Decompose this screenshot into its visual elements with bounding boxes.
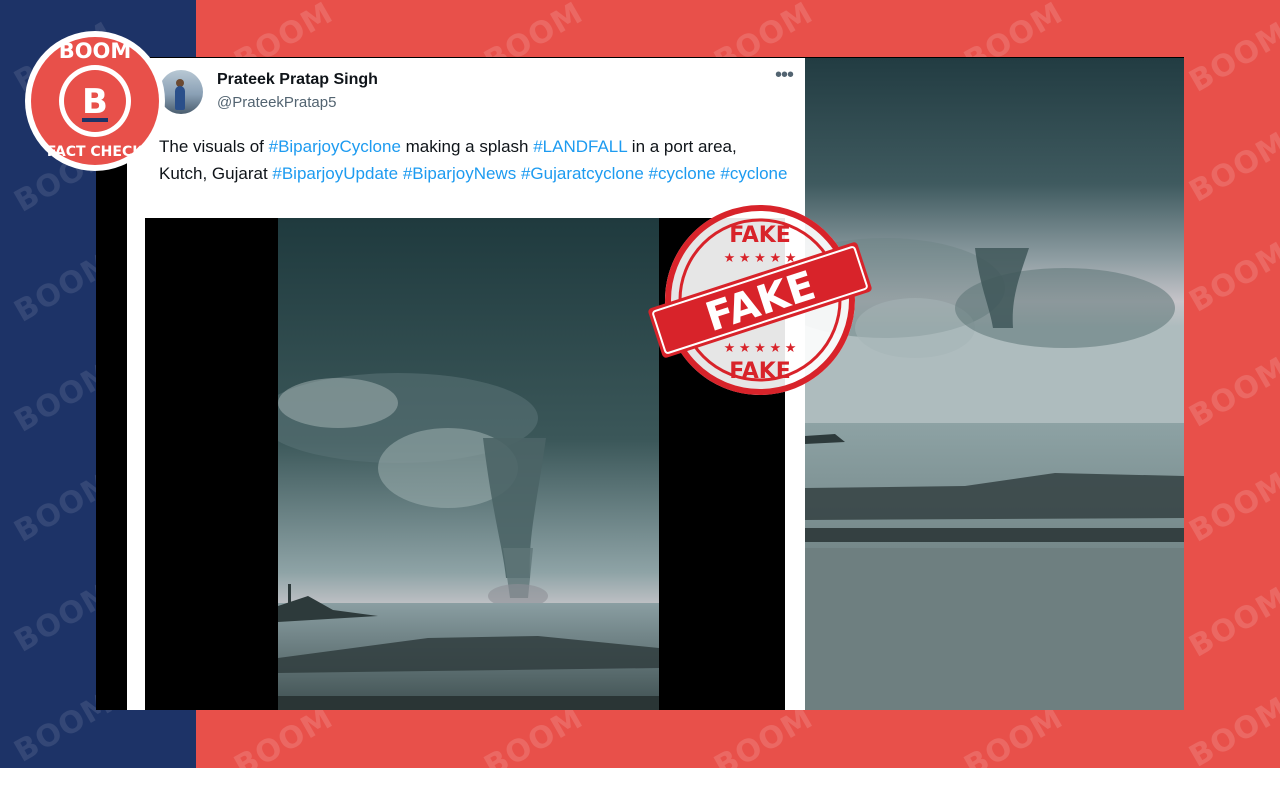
hashtag-link[interactable]: #BiparjoyCyclone xyxy=(269,137,401,156)
stamp-bottom-text: FAKE xyxy=(729,359,791,384)
hashtag-link[interactable]: #LANDFALL xyxy=(533,137,627,156)
hashtag-link[interactable]: #cyclone xyxy=(649,164,716,183)
author-name[interactable]: Prateek Pratap Singh xyxy=(217,71,378,89)
badge-top-text: BOOM xyxy=(59,39,132,63)
star-icon: ★ ★ ★ ★ ★ xyxy=(724,340,797,355)
hashtag-link[interactable]: #BiparjoyUpdate xyxy=(272,164,398,183)
tweet-text-segment: The visuals of xyxy=(159,137,269,156)
ellipsis-icon[interactable]: ••• xyxy=(773,65,795,90)
hashtag-link[interactable]: #BiparjoyNews xyxy=(403,164,516,183)
avatar-figure xyxy=(175,86,185,110)
boom-fact-check-logo: BOOM B FACT CHECK xyxy=(25,31,165,171)
badge-bottom-text: FACT CHECK xyxy=(47,144,144,160)
badge-letter: B xyxy=(82,82,108,122)
stamp-top-text: FAKE xyxy=(729,223,791,248)
hashtag-link[interactable]: #Gujaratcyclone xyxy=(521,164,644,183)
star-icon: ★ ★ ★ ★ ★ xyxy=(724,250,797,265)
fake-stamp: FAKE FAKE ★ ★ ★ ★ ★ ★ ★ ★ ★ ★ FAKE xyxy=(648,205,872,395)
tornado-video-frame xyxy=(278,218,659,710)
tweet-text: The visuals of #BiparjoyCyclone making a… xyxy=(159,133,789,187)
tweet-text-segment: making a splash xyxy=(400,137,534,156)
hashtag-link[interactable]: #cyclone xyxy=(720,164,787,183)
author-handle[interactable]: @PrateekPratap5 xyxy=(217,94,336,111)
